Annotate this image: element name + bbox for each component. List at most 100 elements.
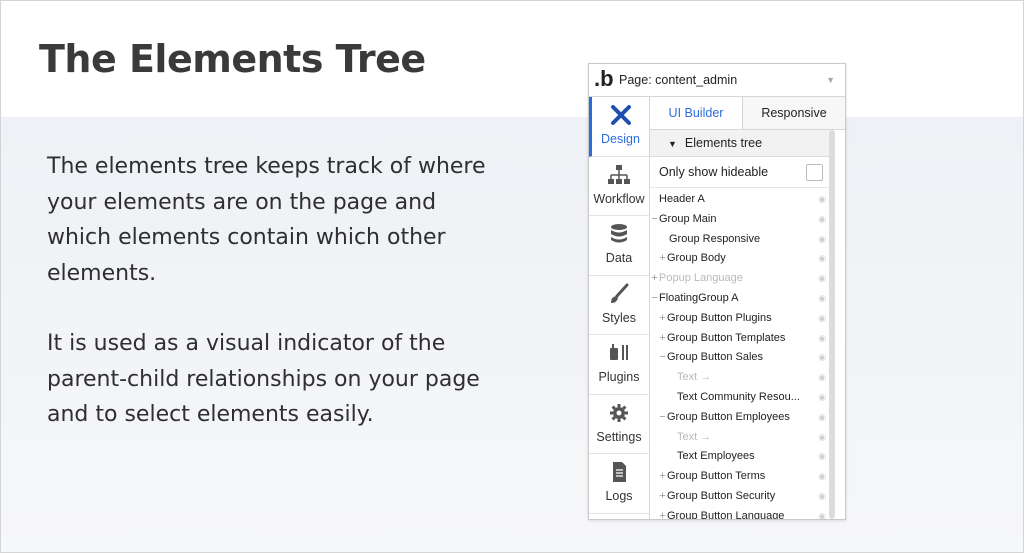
- eye-icon[interactable]: ◉: [818, 230, 826, 250]
- tree-row[interactable]: +Group Button Security ◉: [650, 487, 830, 507]
- page-selector[interactable]: Page: content_admin: [619, 73, 737, 87]
- editor-header: .b Page: content_admin ▼: [589, 64, 845, 97]
- elements-tree-panel: ▼ Elements tree Only show hideable Header…: [650, 130, 845, 519]
- slide-body: The elements tree keeps track of where y…: [47, 149, 487, 468]
- brush-icon: [589, 276, 649, 311]
- eye-icon[interactable]: ◉: [818, 309, 826, 329]
- tree-row[interactable]: −FloatingGroup A ◉: [650, 289, 830, 309]
- eye-icon[interactable]: ◉: [818, 487, 826, 507]
- eye-icon[interactable]: ◉: [818, 408, 826, 428]
- sidebar-label: Styles: [601, 310, 637, 325]
- paragraph-1: The elements tree keeps track of where y…: [47, 154, 486, 286]
- tree-row[interactable]: −Group Button Employees ◉: [650, 408, 830, 428]
- only-show-hideable-row: Only show hideable: [650, 157, 830, 188]
- eye-icon[interactable]: ◉: [818, 190, 826, 210]
- editor-sidebar: Design Workflow Data Styles Plugins Sett…: [589, 97, 650, 519]
- caret-down-icon: ▼: [668, 139, 677, 149]
- only-show-hideable-checkbox[interactable]: [806, 164, 823, 181]
- collapse-icon[interactable]: −: [658, 408, 667, 428]
- eye-icon[interactable]: ◉: [818, 210, 826, 230]
- collapse-icon[interactable]: −: [650, 210, 659, 230]
- chevron-down-icon[interactable]: ▼: [826, 75, 835, 85]
- eye-icon[interactable]: ◉: [818, 348, 826, 368]
- slide-title: The Elements Tree: [39, 37, 426, 81]
- expand-icon[interactable]: +: [658, 309, 667, 329]
- expand-icon[interactable]: +: [658, 249, 667, 269]
- workflow-icon: [589, 157, 649, 192]
- expand-icon[interactable]: +: [650, 269, 659, 289]
- tree-row[interactable]: +Group Button Plugins ◉: [650, 309, 830, 329]
- tree-row-label: Group Button Security: [667, 489, 776, 502]
- only-show-hideable-label: Only show hideable: [659, 165, 769, 179]
- tree-row[interactable]: Header A ◉: [650, 190, 830, 210]
- tree-row-label: Popup Language: [659, 272, 743, 285]
- tree-row[interactable]: −Group Main ◉: [650, 210, 830, 230]
- eye-icon[interactable]: ◉: [818, 507, 826, 519]
- tree-row-label: Group Button Employees: [667, 410, 790, 423]
- expand-icon[interactable]: +: [658, 507, 667, 519]
- eye-icon[interactable]: ◉: [818, 447, 826, 467]
- collapse-icon[interactable]: −: [650, 289, 659, 309]
- eye-icon[interactable]: ◉: [818, 269, 826, 289]
- tree-row-label: Text Employees: [677, 450, 755, 463]
- sidebar-item-design[interactable]: Design: [589, 97, 649, 157]
- expand-icon[interactable]: +: [658, 487, 667, 507]
- sidebar-label: Data: [605, 251, 633, 265]
- eye-icon[interactable]: ◉: [818, 428, 826, 448]
- sidebar-item-styles[interactable]: Styles: [589, 276, 649, 335]
- tree-row-label: Group Button Plugins: [667, 311, 772, 324]
- tree-row[interactable]: Text Employees ◉: [650, 447, 830, 467]
- tree-row-label: Group Button Templates: [667, 331, 786, 344]
- sidebar-label: Design: [601, 132, 640, 146]
- tree-row[interactable]: +Group Button Templates ◉: [650, 329, 830, 349]
- tree-row-label: Text Community Resou...: [677, 390, 800, 403]
- tree-row[interactable]: Text Community Resou... ◉: [650, 388, 830, 408]
- sidebar-item-workflow[interactable]: Workflow: [589, 157, 649, 216]
- eye-icon[interactable]: ◉: [818, 289, 826, 309]
- slide: The Elements Tree The elements tree keep…: [0, 0, 1024, 553]
- sidebar-item-plugins[interactable]: Plugins: [589, 335, 649, 395]
- sidebar-label: Settings: [596, 429, 642, 444]
- tree-row[interactable]: +Group Body ◉: [650, 249, 830, 269]
- tree-row-label: FloatingGroup A: [659, 291, 739, 304]
- sidebar-item-settings[interactable]: Settings: [589, 395, 649, 454]
- eye-icon[interactable]: ◉: [818, 388, 826, 408]
- tree-scrollbar[interactable]: [829, 130, 835, 519]
- elements-tree-header[interactable]: ▼ Elements tree: [650, 130, 830, 157]
- sidebar-label: Logs: [605, 489, 633, 503]
- eye-icon[interactable]: ◉: [818, 467, 826, 487]
- sidebar-label: Workflow: [593, 191, 645, 206]
- tree-row[interactable]: Group Responsive ◉: [650, 230, 830, 250]
- sidebar-label: Plugins: [598, 370, 640, 384]
- expand-icon[interactable]: +: [658, 329, 667, 349]
- sidebar-item-logs[interactable]: Logs: [589, 454, 649, 514]
- database-icon: [589, 216, 649, 251]
- tree-row[interactable]: −Group Button Sales ◉: [650, 348, 830, 368]
- document-icon: [589, 454, 649, 489]
- tree-row[interactable]: +Popup Language ◉: [650, 269, 830, 289]
- tab-responsive[interactable]: Responsive: [743, 97, 845, 129]
- editor-tabs: UI Builder Responsive: [650, 97, 845, 130]
- tree-row-label: Group Button Terms: [667, 470, 766, 483]
- elements-tree-list: Header A ◉ −Group Main ◉ Group Responsive ◉ +G…: [650, 190, 830, 519]
- eye-icon[interactable]: ◉: [818, 368, 826, 388]
- tree-row-label: Group Button Sales: [667, 351, 764, 364]
- gear-icon: [589, 395, 649, 430]
- tree-row-label: Group Responsive: [669, 232, 761, 245]
- tree-row[interactable]: +Group Button Language ◉: [650, 507, 830, 519]
- eye-icon[interactable]: ◉: [818, 329, 826, 349]
- tree-row[interactable]: Text → ◉: [650, 368, 830, 388]
- expand-icon[interactable]: +: [658, 467, 667, 487]
- bubble-logo: .b: [594, 66, 614, 91]
- sidebar-item-data[interactable]: Data: [589, 216, 649, 276]
- tree-row-label: Text →: [677, 371, 712, 384]
- design-icon: [592, 97, 649, 132]
- eye-icon[interactable]: ◉: [818, 249, 826, 269]
- tree-row[interactable]: Text → ◉: [650, 428, 830, 448]
- tab-ui-builder[interactable]: UI Builder: [650, 97, 743, 129]
- editor-screenshot: .b Page: content_admin ▼ Design Workflow…: [588, 63, 846, 520]
- tree-row[interactable]: +Group Button Terms ◉: [650, 467, 830, 487]
- plugin-icon: [589, 335, 649, 370]
- collapse-icon[interactable]: −: [658, 348, 667, 368]
- paragraph-2: It is used as a visual indicator of the …: [47, 331, 480, 427]
